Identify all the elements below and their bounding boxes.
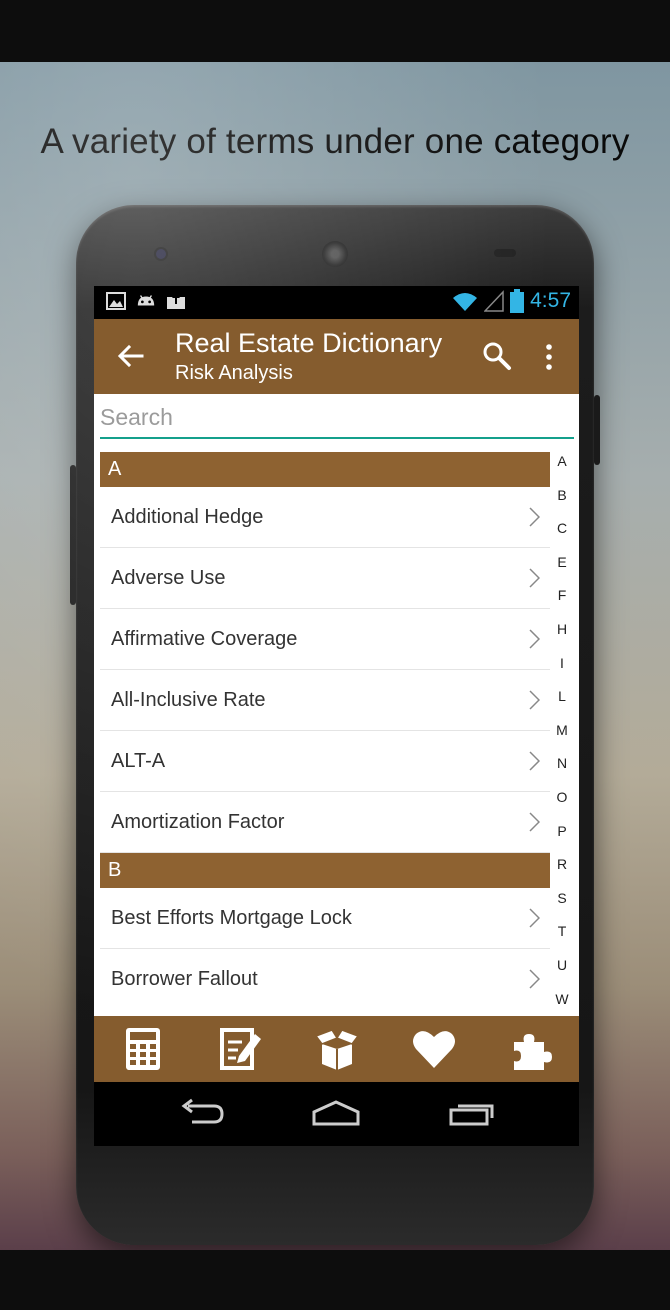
list-item[interactable]: All-Inclusive Rate xyxy=(100,670,550,731)
list-item[interactable]: Borrower Fallout xyxy=(100,949,550,1009)
front-camera xyxy=(156,249,166,259)
term-list: A Additional Hedge Adverse Use Affirmati… xyxy=(100,452,550,1009)
alphabet-index: A B C E F H I L M N O P R S T U W xyxy=(550,452,574,1023)
list-item-label: Adverse Use xyxy=(111,567,226,589)
list-item-label: Best Efforts Mortgage Lock xyxy=(111,907,352,929)
index-letter[interactable]: M xyxy=(550,721,574,755)
chevron-right-icon xyxy=(529,751,540,771)
search-box xyxy=(98,394,574,440)
list-item[interactable]: Amortization Factor xyxy=(100,792,550,853)
index-letter[interactable]: B xyxy=(550,486,574,520)
chevron-right-icon xyxy=(529,507,540,527)
phone-screen: 4:57 Real Estate Dictionary Risk Analysi… xyxy=(94,286,579,1146)
back-arrow-icon[interactable] xyxy=(116,341,146,371)
volume-button xyxy=(70,465,76,605)
status-bar: 4:57 xyxy=(94,286,579,319)
section-header-b: B xyxy=(100,853,550,888)
search-input[interactable] xyxy=(98,400,572,434)
app-bar: Real Estate Dictionary Risk Analysis xyxy=(94,319,579,394)
index-letter[interactable]: A xyxy=(550,452,574,486)
index-letter[interactable]: T xyxy=(550,922,574,956)
list-item[interactable]: ALT-A xyxy=(100,731,550,792)
heart-icon[interactable] xyxy=(411,1026,457,1072)
proximity-sensor xyxy=(494,249,516,257)
search-icon[interactable] xyxy=(482,341,512,371)
bottom-action-bar xyxy=(94,1016,579,1082)
power-button xyxy=(594,395,600,465)
app-title: Real Estate Dictionary xyxy=(175,328,443,358)
list-item-label: Additional Hedge xyxy=(111,506,264,528)
list-item-label: Borrower Fallout xyxy=(111,968,258,990)
signal-icon xyxy=(484,290,504,312)
index-letter[interactable]: C xyxy=(550,519,574,553)
section-header-a: A xyxy=(100,452,550,487)
index-letter[interactable]: L xyxy=(550,687,574,721)
index-letter[interactable]: I xyxy=(550,654,574,688)
chevron-right-icon xyxy=(529,568,540,588)
list-item-label: Affirmative Coverage xyxy=(111,628,298,650)
app-subtitle: Risk Analysis xyxy=(175,362,293,384)
puzzle-icon[interactable] xyxy=(508,1026,554,1072)
chevron-right-icon xyxy=(529,969,540,989)
battery-icon xyxy=(510,289,525,313)
status-time: 4:57 xyxy=(530,289,571,312)
nav-home-icon[interactable] xyxy=(311,1098,361,1128)
chevron-right-icon xyxy=(529,812,540,832)
wifi-icon xyxy=(453,293,478,311)
notes-icon[interactable] xyxy=(217,1026,263,1072)
index-letter[interactable]: H xyxy=(550,620,574,654)
upload-icon xyxy=(167,293,185,309)
list-item[interactable]: Adverse Use xyxy=(100,548,550,609)
list-item-label: Amortization Factor xyxy=(111,811,285,833)
index-letter[interactable]: U xyxy=(550,956,574,990)
chevron-right-icon xyxy=(529,629,540,649)
index-letter[interactable]: S xyxy=(550,889,574,923)
list-item[interactable]: Additional Hedge xyxy=(100,487,550,548)
earpiece-speaker xyxy=(322,241,348,267)
overflow-menu-icon[interactable] xyxy=(544,343,554,371)
index-letter[interactable]: O xyxy=(550,788,574,822)
list-item[interactable]: Best Efforts Mortgage Lock xyxy=(100,888,550,949)
index-letter[interactable]: E xyxy=(550,553,574,587)
calculator-icon[interactable] xyxy=(120,1026,166,1072)
index-letter[interactable]: F xyxy=(550,586,574,620)
index-letter[interactable]: N xyxy=(550,754,574,788)
search-underline xyxy=(100,437,574,439)
image-icon xyxy=(106,292,126,310)
chevron-right-icon xyxy=(529,690,540,710)
list-item[interactable]: Affirmative Coverage xyxy=(100,609,550,670)
index-letter[interactable]: R xyxy=(550,855,574,889)
index-letter[interactable]: P xyxy=(550,822,574,856)
list-item-label: All-Inclusive Rate xyxy=(111,689,266,711)
android-icon xyxy=(137,295,155,306)
nav-back-icon[interactable] xyxy=(178,1098,224,1128)
chevron-right-icon xyxy=(529,908,540,928)
box-icon[interactable] xyxy=(314,1026,360,1072)
promo-headline: A variety of terms under one category xyxy=(40,122,630,161)
system-nav-bar xyxy=(94,1082,579,1146)
list-item-label: ALT-A xyxy=(111,750,166,772)
nav-recents-icon[interactable] xyxy=(448,1098,496,1128)
